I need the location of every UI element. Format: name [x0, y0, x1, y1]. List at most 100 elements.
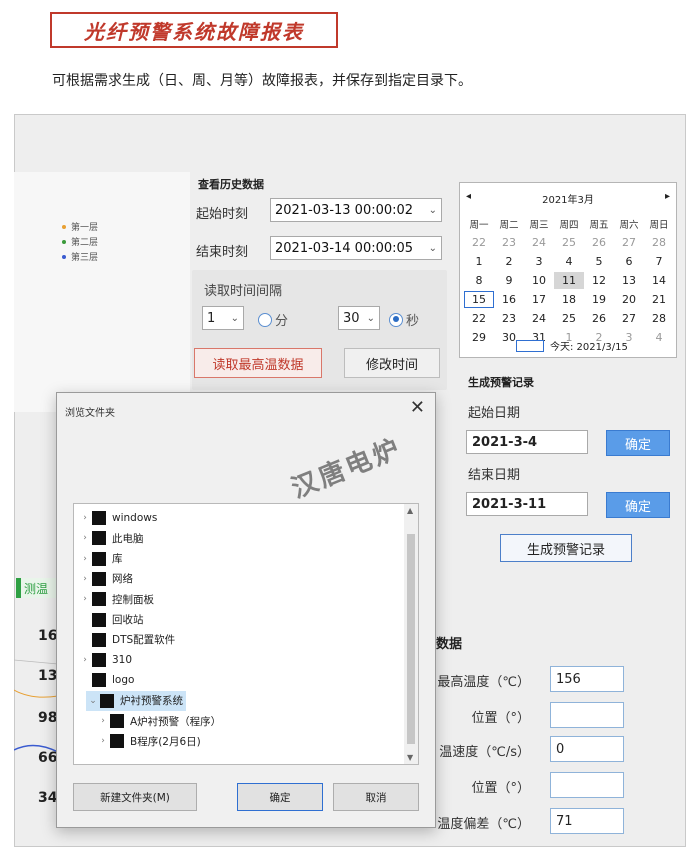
calendar-today[interactable]: 今天: 2021/3/15	[516, 338, 628, 353]
folder-tree-item[interactable]: › 控制面板	[74, 589, 154, 609]
expander-icon[interactable]: ›	[96, 736, 110, 746]
calendar-day[interactable]: 4	[644, 329, 674, 346]
records-end-confirm-button[interactable]: 确定	[606, 492, 670, 518]
folder-tree-item[interactable]: › 此电脑	[74, 528, 144, 548]
scroll-up-icon[interactable]: ▲	[407, 506, 413, 515]
end-time-picker[interactable]: 2021-03-14 00:00:05 ⌄	[270, 236, 442, 260]
today-marker-icon	[516, 339, 544, 352]
calendar-day[interactable]: 22	[464, 310, 494, 327]
modify-time-button[interactable]: 修改时间	[344, 348, 440, 378]
legend-dot-icon	[62, 254, 66, 259]
expander-icon[interactable]: ›	[78, 594, 92, 604]
folder-tree-item[interactable]: › B程序(2月6日)	[74, 731, 201, 751]
expander-icon[interactable]: ›	[96, 716, 110, 726]
expander-icon[interactable]: ›	[78, 513, 92, 523]
calendar-day[interactable]: 29	[464, 329, 494, 346]
calendar-day[interactable]: 28	[644, 310, 674, 327]
expander-icon[interactable]: ›	[78, 533, 92, 543]
calendar-day[interactable]: 3	[524, 253, 554, 270]
calendar-day[interactable]: 8	[464, 272, 494, 289]
chart-legend: 第一层 第二层 第三层	[62, 220, 98, 263]
minute-select-value: 1	[207, 310, 216, 326]
calendar-day[interactable]: 21	[644, 291, 674, 308]
calendar-day[interactable]: 27	[614, 234, 644, 251]
calendar-day[interactable]: 13	[614, 272, 644, 289]
calendar: ◂ 2021年3月 ▸ 周一 周二 周三 周四 周五 周六 周日 22 23 24 25 26 27 28…	[459, 182, 677, 358]
folder-tree-item[interactable]: › 库	[74, 549, 123, 569]
scroll-down-icon[interactable]: ▼	[407, 753, 413, 762]
folder-tree-item[interactable]: logo	[74, 670, 134, 690]
folder-tree-item[interactable]: › 网络	[74, 569, 133, 589]
folder-tree-item[interactable]: › A炉衬预警（程序）	[74, 711, 221, 731]
records-end-input[interactable]: 2021-3-11	[466, 492, 588, 516]
folder-tree-item[interactable]: ⌄ 炉衬预警系统	[86, 690, 186, 711]
calendar-weekday: 周日	[649, 219, 669, 231]
calendar-day[interactable]: 1	[464, 253, 494, 270]
expander-icon[interactable]: ⌄	[86, 696, 100, 706]
calendar-day[interactable]: 16	[494, 291, 524, 308]
scroll-thumb[interactable]	[407, 534, 415, 744]
readout-value[interactable]: 71	[550, 808, 624, 834]
calendar-day[interactable]: 17	[524, 291, 554, 308]
calendar-next-icon[interactable]: ▸	[665, 191, 670, 206]
calendar-day[interactable]: 26	[584, 234, 614, 251]
readout-label: 最高温度（℃）	[437, 675, 530, 690]
calendar-day[interactable]: 22	[464, 234, 494, 251]
minute-radio[interactable]: 分	[258, 310, 288, 329]
close-icon[interactable]: ✕	[410, 397, 425, 418]
calendar-day[interactable]: 20	[614, 291, 644, 308]
calendar-day[interactable]: 7	[644, 253, 674, 270]
calendar-day[interactable]: 24	[524, 310, 554, 327]
calendar-day[interactable]: 6	[614, 253, 644, 270]
folder-icon	[110, 734, 124, 749]
calendar-day[interactable]: 27	[614, 310, 644, 327]
start-time-picker[interactable]: 2021-03-13 00:00:02 ⌄	[270, 198, 442, 222]
tree-scrollbar[interactable]: ▲ ▼	[404, 504, 418, 764]
readout-value[interactable]: 0	[550, 736, 624, 762]
calendar-day[interactable]: 18	[554, 291, 584, 308]
second-radio[interactable]: 秒	[389, 310, 419, 329]
calendar-day[interactable]: 19	[584, 291, 614, 308]
calendar-day[interactable]: 25	[554, 310, 584, 327]
calendar-prev-icon[interactable]: ◂	[466, 191, 471, 206]
calendar-day[interactable]: 11	[554, 272, 584, 289]
folder-tree-item[interactable]: 回收站	[74, 610, 144, 630]
expander-icon[interactable]: ›	[78, 655, 92, 665]
dialog-cancel-button[interactable]: 取消	[333, 783, 419, 811]
new-folder-button[interactable]: 新建文件夹(M)	[73, 783, 197, 811]
records-start-input[interactable]: 2021-3-4	[466, 430, 588, 454]
calendar-day[interactable]: 28	[644, 234, 674, 251]
folder-tree-item[interactable]: › 310	[74, 650, 132, 670]
calendar-day[interactable]: 26	[584, 310, 614, 327]
chevron-down-icon: ⌄	[230, 312, 239, 324]
minute-unit-label: 分	[275, 314, 289, 329]
calendar-day[interactable]: 5	[584, 253, 614, 270]
calendar-day[interactable]: 2	[494, 253, 524, 270]
calendar-day[interactable]: 24	[524, 234, 554, 251]
interval-label: 读取时间间隔	[204, 284, 283, 299]
calendar-day[interactable]: 10	[524, 272, 554, 289]
calendar-day[interactable]: 12	[584, 272, 614, 289]
calendar-day[interactable]: 23	[494, 310, 524, 327]
calendar-day[interactable]: 9	[494, 272, 524, 289]
readout-value[interactable]	[550, 702, 624, 728]
calendar-day[interactable]: 14	[644, 272, 674, 289]
dialog-ok-button[interactable]: 确定	[237, 783, 323, 811]
calendar-day[interactable]: 4	[554, 253, 584, 270]
second-select[interactable]: 30 ⌄	[338, 306, 380, 330]
generate-records-button[interactable]: 生成预警记录	[500, 534, 632, 562]
expander-icon[interactable]: ›	[78, 574, 92, 584]
partial-chart-lines	[14, 659, 58, 753]
calendar-day[interactable]: 15	[464, 291, 494, 308]
calendar-day[interactable]: 23	[494, 234, 524, 251]
readout-value[interactable]	[550, 772, 624, 798]
readout-value[interactable]: 156	[550, 666, 624, 692]
folder-tree-item[interactable]: DTS配置软件	[74, 630, 175, 650]
read-max-temp-button[interactable]: 读取最高温数据	[194, 348, 322, 378]
records-start-confirm-button[interactable]: 确定	[606, 430, 670, 456]
expander-icon[interactable]: ›	[78, 554, 92, 564]
minute-select[interactable]: 1 ⌄	[202, 306, 244, 330]
folder-tree-item[interactable]: › windows	[74, 508, 157, 528]
intro-text: 可根据需求生成（日、周、月等）故障报表，并保存到指定目录下。	[52, 73, 472, 89]
calendar-day[interactable]: 25	[554, 234, 584, 251]
